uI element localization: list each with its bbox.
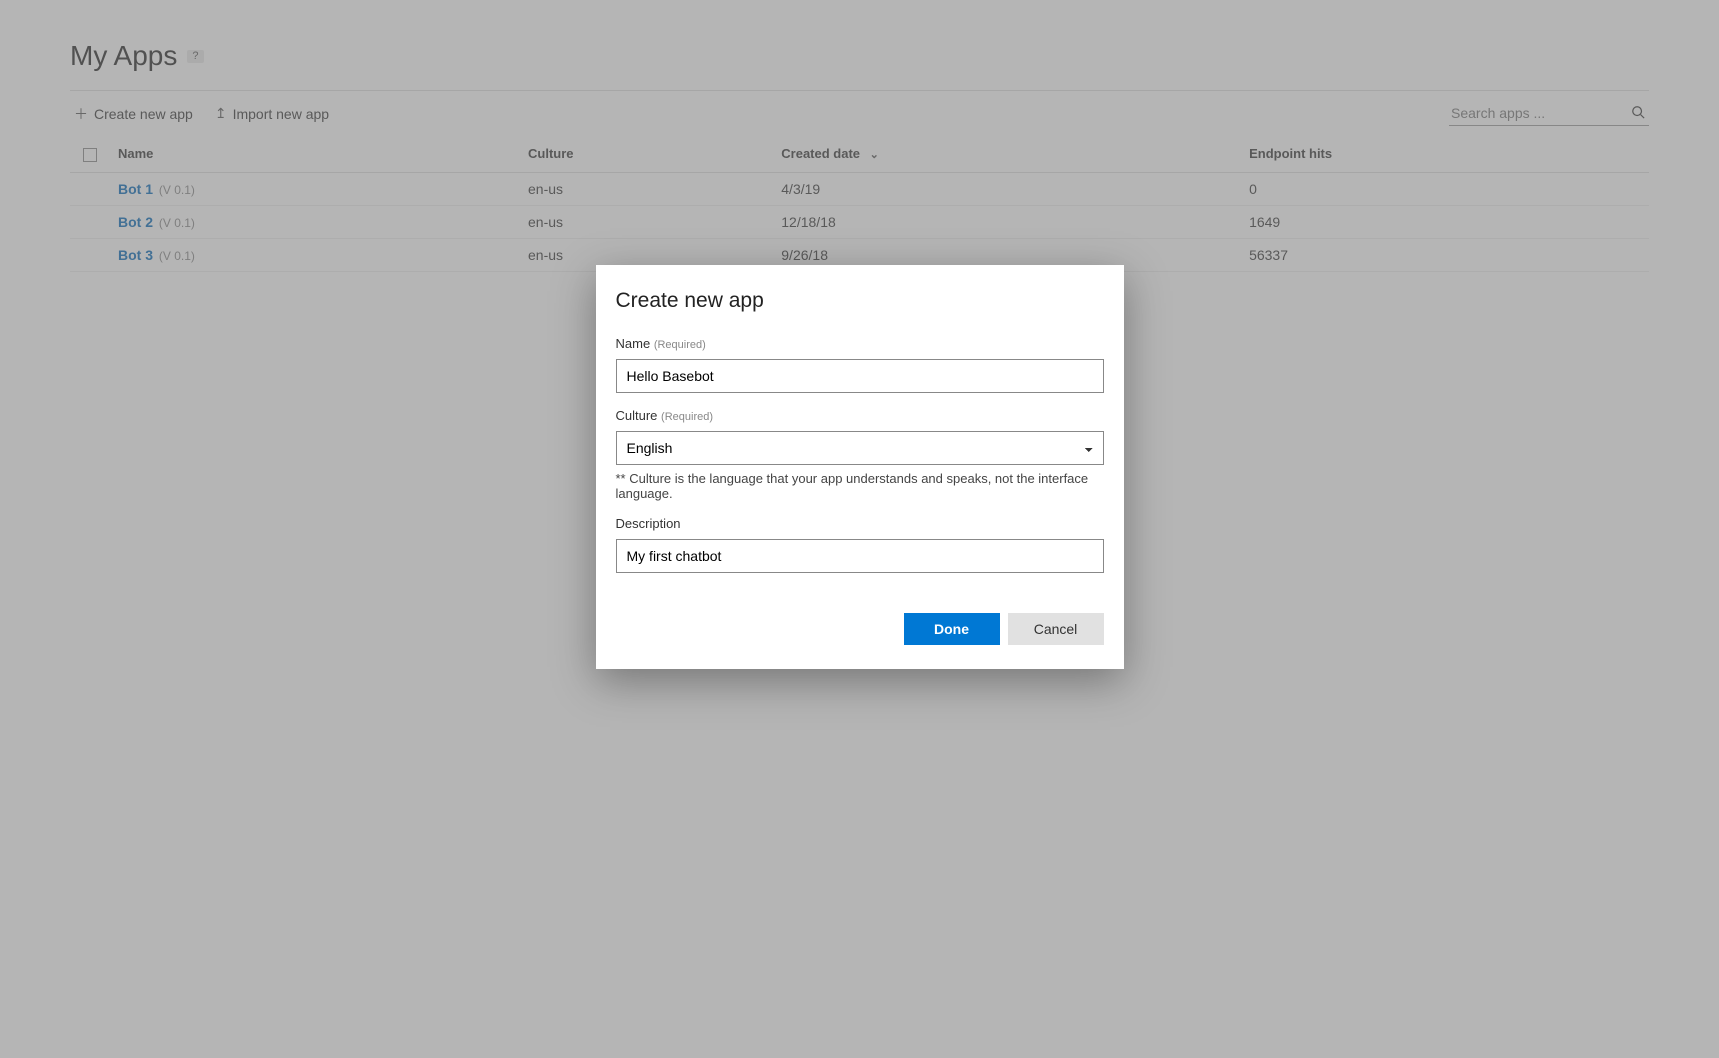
dialog-actions: Done Cancel xyxy=(616,613,1104,645)
culture-hint: ** Culture is the language that your app… xyxy=(616,471,1104,501)
culture-label-text: Culture xyxy=(616,408,658,423)
form-group-name: Name (Required) xyxy=(616,335,1104,393)
culture-required: (Required) xyxy=(661,411,713,423)
done-button[interactable]: Done xyxy=(904,613,1000,645)
name-required: (Required) xyxy=(654,339,706,351)
form-group-description: Description xyxy=(616,515,1104,573)
cancel-button[interactable]: Cancel xyxy=(1008,613,1104,645)
create-app-dialog: Create new app Name (Required) Culture (… xyxy=(596,265,1124,669)
name-input[interactable] xyxy=(616,359,1104,393)
name-label: Name (Required) xyxy=(616,336,706,351)
modal-overlay[interactable]: Create new app Name (Required) Culture (… xyxy=(0,0,1719,1058)
description-input[interactable] xyxy=(616,539,1104,573)
culture-select[interactable]: English xyxy=(616,431,1104,465)
name-label-text: Name xyxy=(616,336,651,351)
form-group-culture: Culture (Required) English ** Culture is… xyxy=(616,407,1104,501)
dialog-title: Create new app xyxy=(616,289,1104,313)
culture-label: Culture (Required) xyxy=(616,408,714,423)
description-label: Description xyxy=(616,516,681,531)
